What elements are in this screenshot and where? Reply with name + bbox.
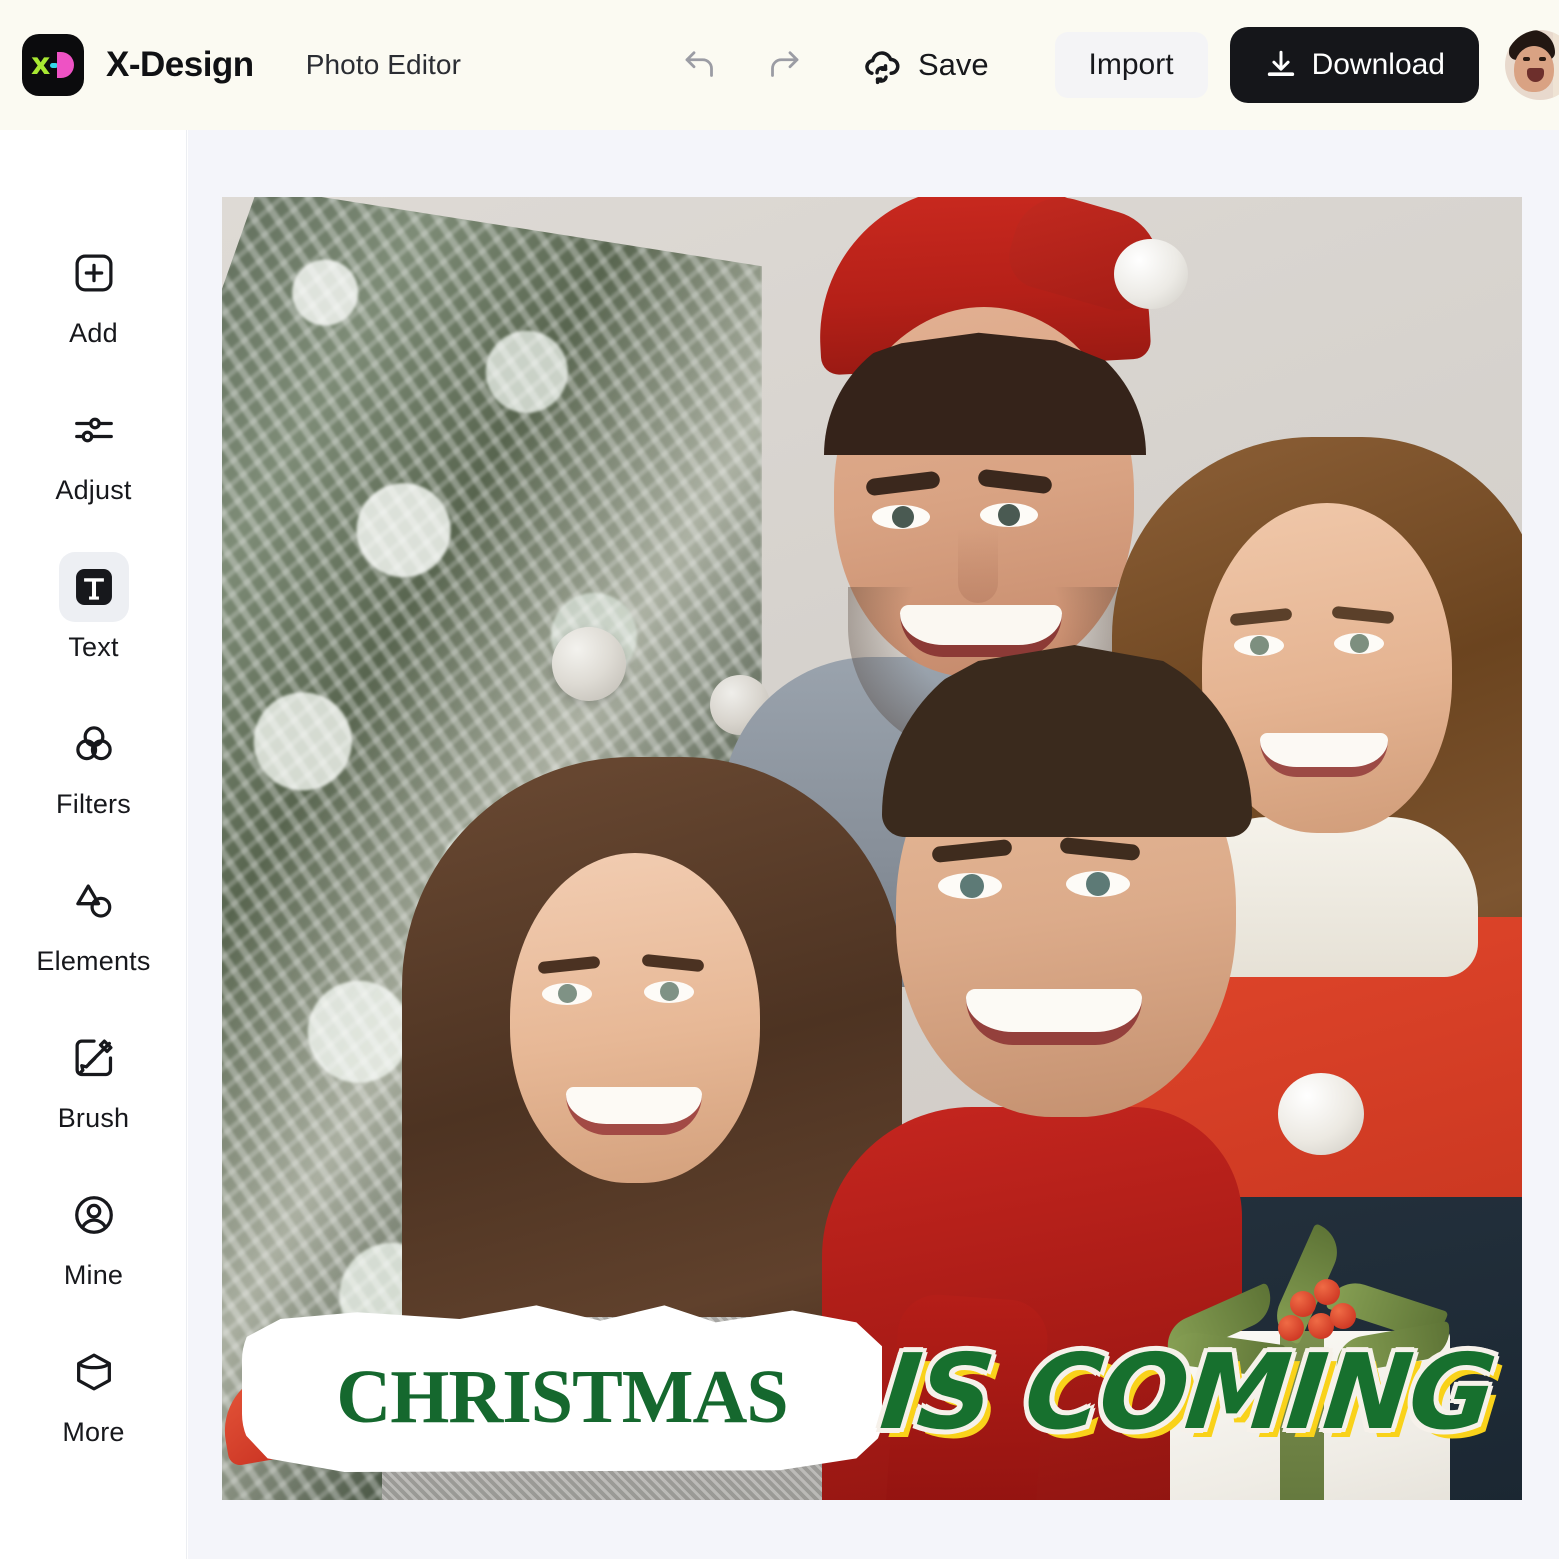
smile-bottom-left (566, 1087, 702, 1135)
app-subtitle: Photo Editor (305, 49, 461, 80)
redo-button[interactable] (754, 36, 812, 94)
avatar-eye-right (1539, 57, 1546, 61)
sidebar-item-mine[interactable]: Mine (0, 1180, 187, 1291)
pupil-bc-right (1086, 872, 1110, 896)
sidebar-icon-wrap-text (58, 552, 129, 622)
cube-icon (76, 1353, 111, 1391)
sidebar-label-mine: Mine (63, 1260, 124, 1290)
header-actions-center: Save (672, 0, 989, 130)
text-christmas-label: Christmas (336, 1327, 788, 1446)
santa-hat-pompom (1114, 239, 1188, 309)
redo-arrow-icon (771, 51, 799, 77)
shapes-icon (75, 884, 111, 918)
tool-sidebar: Add Adjust Text Filters Elements Brush M… (0, 130, 187, 1559)
pupil-top-left (892, 506, 914, 528)
sidebar-item-brush[interactable]: Brush (0, 1023, 187, 1134)
save-label: Save (918, 47, 989, 82)
sidebar-item-text[interactable]: Text (0, 552, 187, 663)
x-design-logo-icon[interactable]: x (22, 34, 84, 96)
photo-editor-app: x X-Design Photo Editor Save Import Down… (0, 0, 1559, 1559)
nose-top (958, 529, 998, 603)
user-circle-icon (74, 1196, 113, 1234)
avatar-eye-left (1523, 57, 1530, 61)
smile-bottom-center (966, 989, 1142, 1045)
plus-square-icon (75, 254, 112, 292)
app-header: x X-Design Photo Editor Save Import Down… (0, 0, 1559, 130)
download-icon (1267, 50, 1294, 77)
header-actions-right: Import Download (1054, 0, 1559, 130)
text-is-coming-label: IS COMING (875, 1331, 1500, 1453)
canvas-area[interactable]: Christmas IS COMING (188, 130, 1559, 1559)
download-button[interactable]: Download (1229, 27, 1479, 103)
gift-berry-2 (1314, 1279, 1340, 1305)
avatar-background (1553, 30, 1559, 100)
download-label: Download (1311, 48, 1445, 81)
pupil-bl-left (558, 984, 577, 1003)
logo-x-glyph: x (31, 47, 51, 82)
sidebar-item-filters[interactable]: Filters (0, 709, 187, 820)
sliders-icon (74, 417, 113, 443)
undo-arrow-icon (685, 51, 713, 77)
sidebar-label-more: More (62, 1417, 125, 1447)
save-button[interactable]: Save (860, 43, 989, 87)
sidebar-icon-wrap-mine (59, 1180, 129, 1250)
sidebar-item-add[interactable]: Add (0, 238, 187, 349)
import-button[interactable]: Import (1054, 32, 1208, 98)
sidebar-icon-wrap-adjust (59, 395, 129, 465)
pupil-bl-right (660, 982, 679, 1001)
text-layer-is-coming[interactable]: IS COMING (876, 1317, 1522, 1467)
brand-group: x X-Design Photo Editor (0, 34, 461, 96)
avatar[interactable] (1505, 30, 1559, 100)
sidebar-item-elements[interactable]: Elements (0, 866, 187, 977)
text-layer-christmas[interactable]: Christmas (242, 1305, 882, 1472)
hair-bottom-center (882, 645, 1252, 837)
sidebar-label-text: Text (68, 632, 119, 662)
logo-d-glyph (57, 52, 74, 78)
sidebar-item-adjust[interactable]: Adjust (0, 395, 187, 506)
canvas-artwork[interactable]: Christmas IS COMING (222, 197, 1522, 1500)
tree-ornament-1 (552, 627, 626, 701)
brush-icon (75, 1039, 112, 1077)
undo-button[interactable] (672, 36, 730, 94)
sidebar-icon-wrap-elements (59, 866, 129, 936)
text-t-icon (75, 569, 112, 605)
color-circles-icon (75, 726, 112, 761)
sidebar-item-more[interactable]: More (0, 1337, 187, 1448)
sidebar-label-filters: Filters (56, 789, 131, 819)
pupil-top-right (998, 504, 1020, 526)
sidebar-icon-wrap-brush (59, 1023, 129, 1093)
cloud-sync-icon (865, 51, 900, 85)
sidebar-label-brush: Brush (57, 1103, 130, 1133)
sidebar-icon-wrap-more (59, 1337, 129, 1407)
brand-name: X-Design (106, 45, 254, 84)
pupil-bc-left (960, 874, 984, 898)
sidebar-icon-wrap-filters (59, 709, 129, 779)
sidebar-label-elements: Elements (36, 946, 151, 976)
sidebar-label-add: Add (69, 318, 118, 348)
sidebar-label-adjust: Adjust (55, 475, 132, 505)
gift-berry-1 (1290, 1291, 1316, 1317)
sidebar-icon-wrap-add (59, 238, 129, 308)
